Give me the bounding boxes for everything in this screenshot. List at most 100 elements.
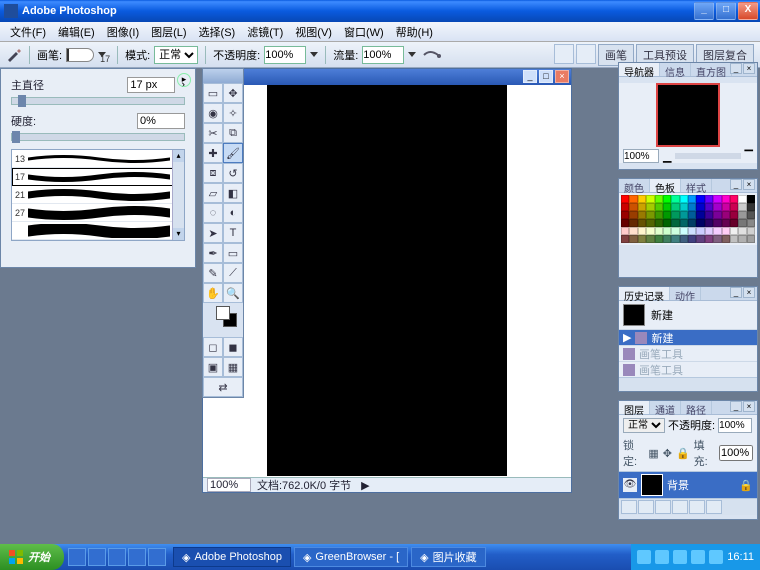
swatch-color[interactable] (738, 235, 746, 243)
swatch-color[interactable] (621, 219, 629, 227)
taskbar-app-pictures[interactable]: ◈图片收藏 (411, 547, 485, 567)
tab-history[interactable]: 历史记录 (619, 287, 670, 300)
brush-preset-item[interactable]: 27 (12, 204, 184, 222)
navigator-zoom-input[interactable] (623, 149, 659, 163)
document-titlebar[interactable]: _ □ × (203, 69, 571, 85)
swatch-color[interactable] (688, 235, 696, 243)
swatch-color[interactable] (696, 211, 704, 219)
swatch-color[interactable] (638, 211, 646, 219)
layer-blend-select[interactable]: 正常 (623, 418, 665, 433)
swatch-color[interactable] (671, 195, 679, 203)
swatch-color[interactable] (680, 227, 688, 235)
swatch-color[interactable] (688, 203, 696, 211)
swatch-color[interactable] (655, 227, 663, 235)
tool-eyedropper[interactable]: ⟋ (223, 263, 243, 283)
flow-dropdown-icon[interactable] (408, 52, 416, 57)
tool-notes[interactable]: ✎ (203, 263, 223, 283)
swatch-color[interactable] (713, 203, 721, 211)
swatch-color[interactable] (696, 227, 704, 235)
canvas-area[interactable] (209, 85, 565, 476)
swatch-color[interactable] (655, 195, 663, 203)
swatch-color[interactable] (680, 203, 688, 211)
tool-gradient[interactable]: ◧ (223, 183, 243, 203)
swatch-color[interactable] (722, 219, 730, 227)
canvas[interactable] (267, 85, 507, 476)
swatch-color[interactable] (680, 211, 688, 219)
history-snapshot[interactable]: 新建 (619, 301, 757, 329)
brush-preset-item[interactable]: 21 (12, 186, 184, 204)
swatch-color[interactable] (646, 227, 654, 235)
tool-blur[interactable]: ◌ (203, 203, 223, 223)
swatch-color[interactable] (663, 219, 671, 227)
swatch-color[interactable] (671, 227, 679, 235)
swatch-color[interactable] (646, 203, 654, 211)
tray-icon-5[interactable] (709, 550, 723, 564)
taskbar-app-photoshop[interactable]: ◈Adobe Photoshop (173, 547, 291, 567)
history-step[interactable]: 画笔工具 (619, 361, 757, 377)
palette-well-icon[interactable] (576, 44, 596, 64)
swatch-color[interactable] (663, 211, 671, 219)
swatch-color[interactable] (705, 235, 713, 243)
tool-eraser[interactable]: ▱ (203, 183, 223, 203)
tool-stamp[interactable]: ⧈ (203, 163, 223, 183)
tab-histogram[interactable]: 直方图 (691, 63, 732, 76)
swatch-color[interactable] (722, 227, 730, 235)
swatch-color[interactable] (629, 195, 637, 203)
swatch-color[interactable] (696, 195, 704, 203)
tray-icon-3[interactable] (673, 550, 687, 564)
swatch-color[interactable] (638, 203, 646, 211)
menu-layer[interactable]: 图层(L) (145, 22, 192, 42)
doc-maximize-button[interactable]: □ (539, 70, 553, 83)
swatch-color[interactable] (638, 195, 646, 203)
ql-icon-2[interactable] (88, 548, 106, 566)
swatch-color[interactable] (629, 235, 637, 243)
swatch-color[interactable] (671, 211, 679, 219)
lock-position-icon[interactable]: ✥ (663, 447, 672, 460)
swatch-color[interactable] (738, 211, 746, 219)
swatch-color[interactable] (713, 195, 721, 203)
menu-filter[interactable]: 滤镜(T) (241, 22, 289, 42)
menu-window[interactable]: 窗口(W) (338, 22, 390, 42)
swatch-color[interactable] (663, 195, 671, 203)
sw-min-icon[interactable]: _ (730, 179, 742, 190)
menu-edit[interactable]: 编辑(E) (52, 22, 101, 42)
swatch-color[interactable] (688, 219, 696, 227)
swatch-color[interactable] (663, 203, 671, 211)
zoom-input[interactable]: 100% (207, 478, 251, 492)
brush-preview-icon[interactable] (66, 48, 94, 62)
taskbar-app-browser[interactable]: ◈GreenBrowser - [ (294, 547, 408, 567)
navigator-thumbnail[interactable] (656, 83, 720, 147)
tool-wand[interactable]: ✧ (223, 103, 243, 123)
adjustment-layer-button[interactable] (672, 500, 688, 514)
swatch-color[interactable] (713, 235, 721, 243)
opacity-input[interactable] (264, 46, 306, 64)
swatch-color[interactable] (738, 219, 746, 227)
zoom-out-icon[interactable]: ▁ (663, 150, 671, 163)
swatch-color[interactable] (705, 211, 713, 219)
nav-close-icon[interactable]: × (743, 63, 755, 74)
brush-preset-item[interactable]: 17 (12, 168, 184, 186)
swatch-color[interactable] (655, 235, 663, 243)
tab-navigator[interactable]: 导航器 (619, 63, 660, 76)
swatch-color[interactable] (646, 195, 654, 203)
swatch-color[interactable] (655, 211, 663, 219)
swatch-color[interactable] (621, 195, 629, 203)
opacity-dropdown-icon[interactable] (310, 52, 318, 57)
delete-layer-button[interactable] (706, 500, 722, 514)
tab-paths[interactable]: 路径 (681, 401, 712, 414)
menu-file[interactable]: 文件(F) (4, 22, 52, 42)
hardness-input[interactable] (137, 113, 185, 129)
swatch-color[interactable] (629, 219, 637, 227)
swatch-color[interactable] (646, 235, 654, 243)
diameter-input[interactable] (127, 77, 175, 93)
tab-info[interactable]: 信息 (660, 63, 691, 76)
swatch-color[interactable] (722, 195, 730, 203)
lay-min-icon[interactable]: _ (730, 401, 742, 412)
tray-icon-2[interactable] (655, 550, 669, 564)
ql-icon-4[interactable] (128, 548, 146, 566)
tool-path[interactable]: ➤ (203, 223, 223, 243)
brush-preset-list[interactable]: ▴▾ 13172127 (11, 149, 185, 241)
lock-pixels-icon[interactable]: ▦ (648, 447, 658, 460)
ql-icon-3[interactable] (108, 548, 126, 566)
swatch-color[interactable] (671, 219, 679, 227)
